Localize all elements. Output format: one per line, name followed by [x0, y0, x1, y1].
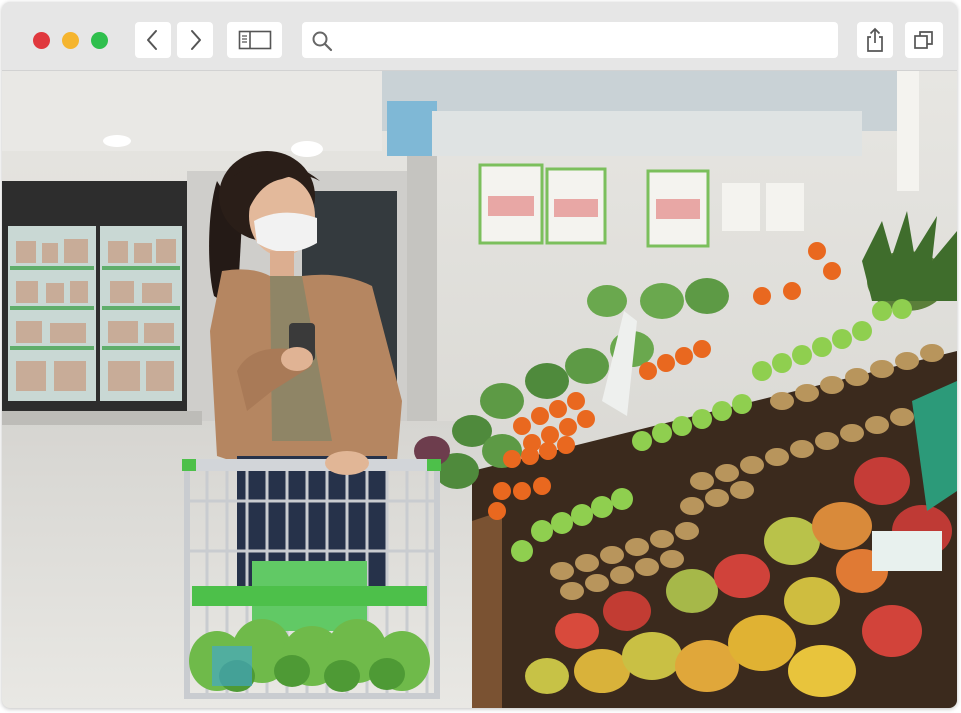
forward-button[interactable]: [177, 22, 213, 58]
back-button[interactable]: [135, 22, 171, 58]
search-icon: [312, 31, 333, 52]
address-bar[interactable]: [302, 22, 838, 60]
browser-window: [2, 2, 957, 708]
page-viewport: [2, 71, 957, 708]
address-input[interactable]: [342, 22, 832, 60]
chevron-right-icon: [191, 30, 201, 50]
share-button[interactable]: [857, 22, 893, 58]
chevron-left-icon: [147, 30, 157, 50]
close-window-button[interactable]: [33, 32, 50, 49]
browser-toolbar: [2, 2, 957, 71]
maximize-window-button[interactable]: [91, 32, 108, 49]
share-icon: [867, 27, 883, 52]
sidebar-icon: [238, 30, 271, 50]
tabs-icon: [914, 31, 933, 49]
minimize-window-button[interactable]: [62, 32, 79, 49]
supermarket-photo: [2, 71, 957, 708]
tabs-button[interactable]: [905, 22, 943, 58]
sidebar-button[interactable]: [227, 22, 282, 58]
